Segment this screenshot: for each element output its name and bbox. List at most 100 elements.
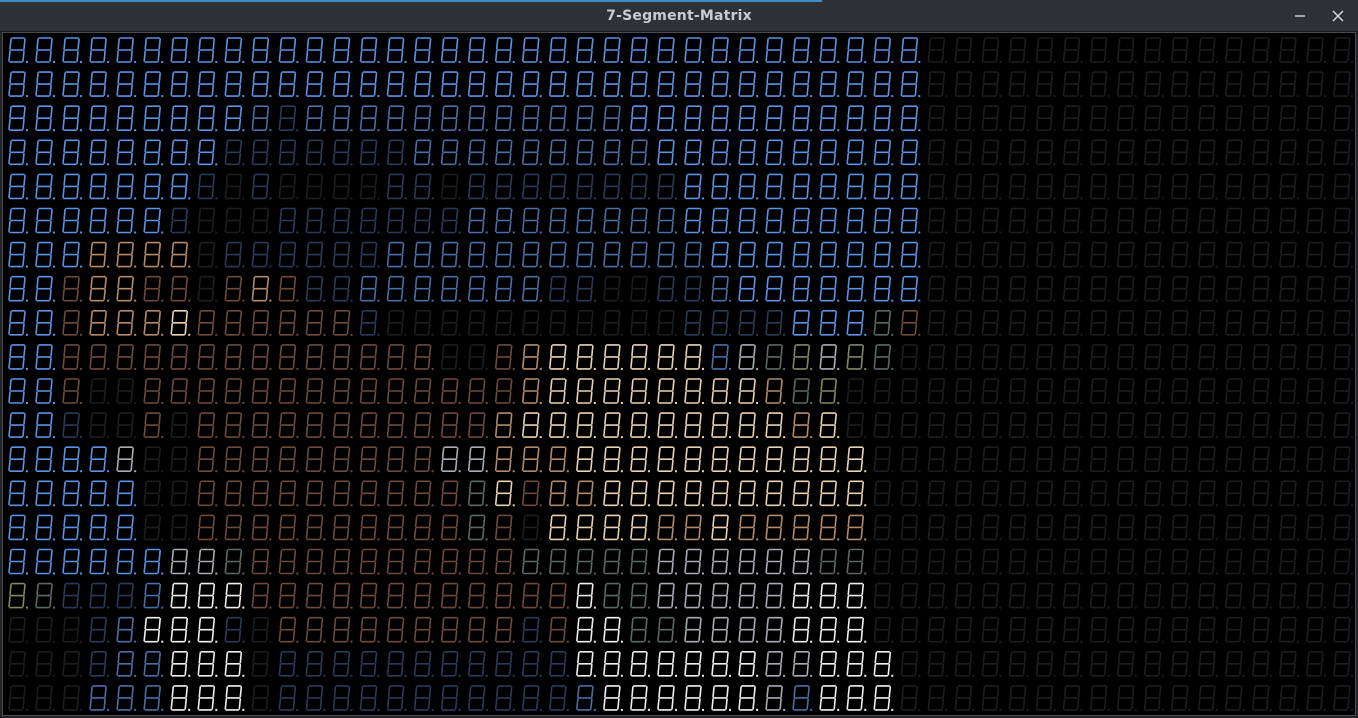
segment-digit xyxy=(819,173,840,200)
segment-digit xyxy=(927,412,948,439)
segment-digit xyxy=(548,207,569,234)
segment-digit xyxy=(305,105,326,132)
segment-digit xyxy=(413,616,434,643)
segment-digit xyxy=(494,616,515,643)
segment-digit xyxy=(576,344,596,370)
segment-digit xyxy=(576,241,596,268)
segment-digit xyxy=(548,105,569,132)
segment-digit xyxy=(197,616,218,643)
segment-digit xyxy=(1116,37,1137,63)
segment-digit xyxy=(927,207,948,234)
segment-digit xyxy=(116,139,137,166)
segment-digit xyxy=(170,37,191,63)
segment-digit xyxy=(630,37,650,63)
segment-digit xyxy=(89,650,110,677)
segment-digit xyxy=(305,344,326,370)
segment-digit xyxy=(1062,173,1083,200)
segment-digit xyxy=(1062,309,1083,336)
segment-digit xyxy=(467,309,488,336)
segment-digit xyxy=(62,514,83,541)
segment-digit xyxy=(954,344,975,370)
segment-digit xyxy=(1279,480,1299,507)
segment-digit xyxy=(576,207,596,234)
segment-digit xyxy=(603,650,623,677)
segment-digit xyxy=(251,309,272,336)
segment-digit xyxy=(8,480,28,507)
segment-digit xyxy=(1252,71,1272,98)
segment-digit xyxy=(927,37,948,63)
segment-digit xyxy=(603,37,623,63)
segment-digit xyxy=(900,241,921,268)
segment-digit xyxy=(630,275,650,302)
segment-digit xyxy=(1143,105,1164,132)
segment-digit xyxy=(1333,309,1353,336)
segment-digit xyxy=(440,548,461,575)
segment-digit xyxy=(332,650,353,677)
segment-digit xyxy=(494,412,515,439)
segment-digit xyxy=(846,207,867,234)
segment-digit xyxy=(116,514,137,541)
segment-digit xyxy=(1279,344,1299,370)
segment-digit xyxy=(413,139,434,166)
segment-digit xyxy=(576,616,596,643)
segment-digit xyxy=(657,412,677,439)
segment-digit xyxy=(900,275,921,302)
segment-digit xyxy=(900,685,921,711)
segment-digit xyxy=(684,207,704,234)
segment-digit xyxy=(954,275,975,302)
segment-digit xyxy=(332,207,353,234)
segment-digit xyxy=(1089,412,1110,439)
segment-digit xyxy=(981,241,1002,268)
segment-digit xyxy=(873,412,894,439)
segment-digit xyxy=(35,378,56,404)
segment-digit xyxy=(440,582,461,609)
segment-digit xyxy=(332,514,353,541)
segment-digit xyxy=(521,446,542,473)
segment-digit xyxy=(467,241,488,268)
segment-digit xyxy=(765,207,786,234)
segment-digit xyxy=(143,275,164,302)
segment-digit xyxy=(630,480,650,507)
segment-digit xyxy=(35,582,56,609)
segment-digit xyxy=(143,241,164,268)
segment-digit xyxy=(251,139,272,166)
segment-digit xyxy=(278,378,299,404)
segment-digit xyxy=(927,173,948,200)
segment-digit xyxy=(927,139,948,166)
segment-digit xyxy=(1089,514,1110,541)
segment-digit xyxy=(440,173,461,200)
segment-digit xyxy=(170,309,191,336)
segment-digit xyxy=(143,685,164,711)
segment-digit xyxy=(8,37,28,63)
segment-digit xyxy=(467,616,488,643)
segment-digit xyxy=(981,378,1002,404)
segment-digit xyxy=(846,616,867,643)
segment-digit xyxy=(251,514,272,541)
segment-digit xyxy=(224,480,245,507)
segment-digit xyxy=(900,446,921,473)
segment-digit xyxy=(413,37,434,63)
segment-digit xyxy=(1279,309,1299,336)
segment-digit xyxy=(35,650,56,677)
segment-digit xyxy=(1143,548,1164,575)
segment-digit xyxy=(359,309,380,336)
segment-display-canvas[interactable] xyxy=(2,32,1356,716)
segment-digit xyxy=(954,37,975,63)
segment-digit xyxy=(197,105,218,132)
segment-digit xyxy=(1197,241,1218,268)
segment-digit xyxy=(819,309,840,336)
minimize-button[interactable] xyxy=(1288,4,1312,28)
segment-digit xyxy=(251,207,272,234)
segment-digit xyxy=(386,582,407,609)
title-bar[interactable]: 7-Segment-Matrix xyxy=(0,0,1358,32)
segment-digit xyxy=(548,582,569,609)
segment-digit xyxy=(386,616,407,643)
segment-digit xyxy=(792,378,813,404)
close-button[interactable] xyxy=(1326,4,1350,28)
segment-digit xyxy=(711,309,732,336)
segment-digit xyxy=(8,139,28,166)
segment-digit xyxy=(576,309,596,336)
segment-digit xyxy=(819,275,840,302)
segment-digit xyxy=(927,241,948,268)
segment-digit xyxy=(1306,275,1326,302)
